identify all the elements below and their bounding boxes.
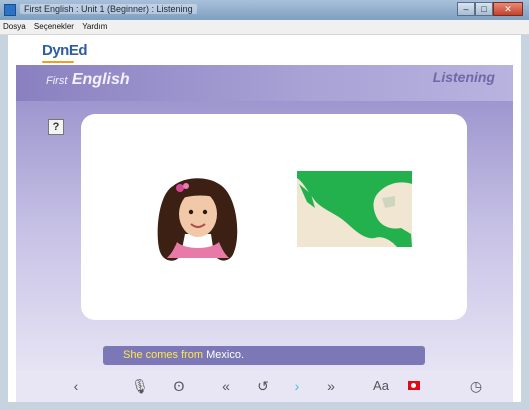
course-banner: First English Listening <box>16 65 513 101</box>
lesson-card <box>81 114 467 320</box>
back-icon[interactable]: ‹ <box>66 377 86 395</box>
repeat-icon[interactable]: ↺ <box>253 377 273 395</box>
close-button[interactable]: ✕ <box>493 2 523 16</box>
logo-swoosh <box>42 61 74 63</box>
course-title-second: English <box>71 71 130 88</box>
girl-picture[interactable] <box>157 178 238 261</box>
ear-icon[interactable]: ʘ <box>169 377 189 395</box>
help-button[interactable]: ? <box>48 119 64 135</box>
menu-options[interactable]: Seçenekler <box>31 20 77 31</box>
clock-icon[interactable]: ◷ <box>466 377 486 395</box>
mode-label: Listening <box>432 69 495 85</box>
next-icon[interactable]: › <box>287 377 307 395</box>
window-title: First English : Unit 1 (Beginner) : List… <box>20 4 197 14</box>
window-controls: – □ ✕ <box>457 2 523 16</box>
minimize-button[interactable]: – <box>457 2 475 16</box>
rewind-icon[interactable]: « <box>216 377 236 395</box>
lesson-illustration <box>157 171 412 261</box>
course-title-first: First <box>46 75 68 87</box>
text-size-icon[interactable]: Aa <box>368 377 394 395</box>
course-title: First English <box>46 71 130 89</box>
fast-forward-icon[interactable]: » <box>321 377 341 395</box>
caption-keyword: Mexico. <box>206 349 245 361</box>
mexico-map[interactable] <box>297 171 412 247</box>
app-window: First English : Unit 1 (Beginner) : List… <box>0 0 529 410</box>
title-bar[interactable]: First English : Unit 1 (Beginner) : List… <box>0 0 529 20</box>
control-bar: ‹ 🎙 ʘ « ↺ › » Aa ◷ <box>16 369 513 402</box>
menu-bar: Dosya Seçenekler Yardım <box>0 20 529 35</box>
turkish-flag-icon[interactable] <box>408 381 420 390</box>
menu-help[interactable]: Yardım <box>79 20 110 31</box>
menu-file[interactable]: Dosya <box>0 20 29 31</box>
maximize-button[interactable]: □ <box>475 2 493 16</box>
app-icon <box>4 4 16 16</box>
app-content: DynEd First English Listening ? She come… <box>8 35 521 402</box>
microphone-icon[interactable]: 🎙 <box>130 377 150 395</box>
caption-text: She comes from <box>123 349 207 361</box>
dyned-logo: DynEd <box>42 42 88 59</box>
caption-bar: She comes from Mexico. <box>103 346 425 365</box>
